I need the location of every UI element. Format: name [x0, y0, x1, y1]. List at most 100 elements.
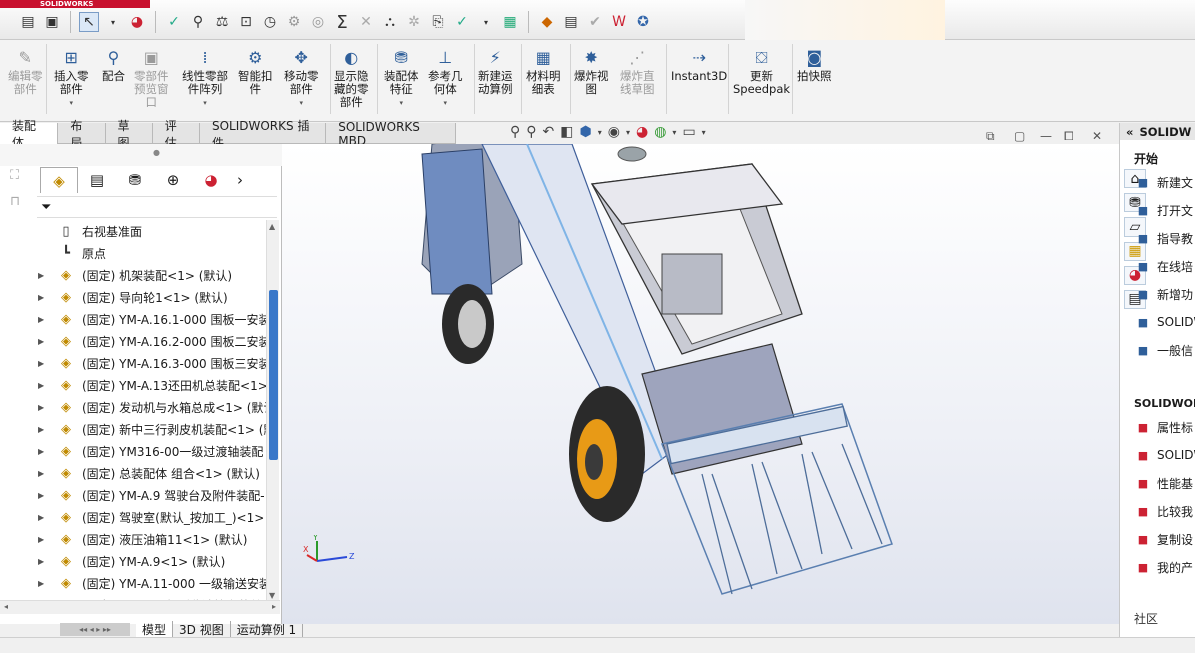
- render-icon[interactable]: ◆: [537, 12, 557, 32]
- task-pane-link[interactable]: ■ 指导教: [1134, 229, 1193, 247]
- ok-icon[interactable]: ✔: [585, 12, 605, 32]
- tree-item[interactable]: ▶ ◈ (固定) YM-A.16.3-000 围板三安装: [0, 352, 266, 374]
- scroll-right-icon[interactable]: ▸: [272, 602, 276, 611]
- chevron-down-icon[interactable]: ▾: [299, 97, 303, 110]
- task-pane-link[interactable]: ■ 新建文: [1134, 173, 1193, 191]
- tab-evaluate[interactable]: 评估: [153, 119, 200, 150]
- ribbon-button-new-motion-study[interactable]: ⚡ 新建运 动算例: [478, 46, 513, 96]
- ribbon-button-reference-geometry[interactable]: ⊥ 参考几 何体 ▾: [428, 46, 463, 110]
- task-pane-link[interactable]: ■ 我的产: [1134, 558, 1193, 576]
- tile-icon[interactable]: ▢: [1014, 129, 1025, 143]
- task-pane-link[interactable]: ■ SOLIDW: [1134, 446, 1195, 464]
- feature-manager-tab-icon[interactable]: ◈: [40, 167, 78, 193]
- select-arrow-icon[interactable]: ↖: [79, 12, 99, 32]
- tree-item[interactable]: ▶ ◈ (固定) YM-A.13还田机总装配<1>: [0, 374, 266, 396]
- ribbon-button-assembly-feature[interactable]: ⛃ 装配体 特征 ▾: [384, 46, 419, 110]
- splitter-handle[interactable]: ●: [153, 148, 160, 157]
- scroll-up-icon[interactable]: ▲: [269, 222, 275, 231]
- tree-item[interactable]: ┗ 原点: [0, 242, 266, 264]
- tree-item[interactable]: ▶ ◈ (固定) 导向轮1<1> (默认): [0, 286, 266, 308]
- tree-item[interactable]: ▶ ◈ (固定) YM316-00一级过渡轴装配: [0, 440, 266, 462]
- expand-arrow-icon[interactable]: ▶: [38, 469, 44, 478]
- scroll-down-icon[interactable]: ▼: [269, 591, 275, 600]
- tab-addins[interactable]: SOLIDWORKS 插件: [200, 119, 327, 150]
- ribbon-button-exploded-view[interactable]: ✸ 爆炸视图: [574, 46, 609, 96]
- word-icon[interactable]: W: [609, 12, 629, 32]
- tab-3d-view[interactable]: 3D 视图: [173, 621, 231, 637]
- previous-view-icon[interactable]: ↶: [543, 124, 555, 140]
- zoom-area-icon[interactable]: ⚲: [526, 124, 536, 140]
- ribbon-button-insert-component[interactable]: ⊞ 插入零 部件 ▾: [54, 46, 89, 110]
- expand-arrow-icon[interactable]: ▶: [38, 579, 44, 588]
- expand-arrow-icon[interactable]: ▶: [38, 513, 44, 522]
- task-pane-link[interactable]: ■ 打开文: [1134, 201, 1193, 219]
- scroll-left-icon[interactable]: ◂: [4, 602, 8, 611]
- expand-arrow-icon[interactable]: ▶: [38, 315, 44, 324]
- minimize-icon[interactable]: —: [1040, 129, 1052, 143]
- tree-item[interactable]: ▶ ◈ (固定) YM-A.9 驾驶台及附件装配-: [0, 484, 266, 506]
- interference-icon[interactable]: ✕: [356, 12, 376, 32]
- chevron-down-icon[interactable]: ▾: [672, 128, 676, 137]
- task-pane-link[interactable]: ■ 新增功: [1134, 285, 1193, 303]
- tree-item[interactable]: ▶ ◈ (固定) YM-A.11-000 一级输送安装: [0, 572, 266, 594]
- tree-item[interactable]: ▶ ◈ (固定) 总装配体 组合<1> (默认): [0, 462, 266, 484]
- tree-item[interactable]: ▶ ◈ (固定) YM-A.16.1-000 围板一安装: [0, 308, 266, 330]
- balance-icon[interactable]: ⚖: [212, 12, 232, 32]
- chevron-down-icon[interactable]: ▾: [443, 97, 447, 110]
- sheet-icon[interactable]: ▤: [561, 12, 581, 32]
- tree-horizontal-scrollbar[interactable]: ◂ ▸: [0, 600, 280, 614]
- ribbon-button-linear-pattern[interactable]: ⁞ 线性零部 件阵列 ▾: [182, 46, 228, 110]
- chevron-down-icon[interactable]: ▾: [203, 97, 207, 110]
- sketch-icon[interactable]: ⛶: [10, 168, 19, 183]
- sum-icon[interactable]: Σ: [332, 12, 352, 33]
- chevron-down-icon[interactable]: ▾: [103, 12, 123, 32]
- tree-vertical-scrollbar[interactable]: ▲ ▼: [266, 220, 279, 602]
- appearance-icon[interactable]: ◕: [127, 12, 147, 32]
- task-pane-link[interactable]: ■ SOLIDW: [1134, 313, 1195, 331]
- task-pane-link[interactable]: ■ 性能基: [1134, 474, 1193, 492]
- display-style-icon[interactable]: ◉: [608, 124, 620, 140]
- ribbon-button-preview-window[interactable]: ▣ 零部件 预览窗口: [134, 46, 169, 109]
- chevron-down-icon[interactable]: ▾: [399, 97, 403, 110]
- expand-arrow-icon[interactable]: ▶: [38, 491, 44, 500]
- task-pane-link[interactable]: ■ 复制设: [1134, 530, 1193, 548]
- tree-item[interactable]: ▶ ◈ (固定) 机架装配<1> (默认): [0, 264, 266, 286]
- collapse-icon[interactable]: «: [1126, 125, 1133, 139]
- tree-item[interactable]: ▶ ◈ (固定) 发动机与水箱总成<1> (默认: [0, 396, 266, 418]
- ribbon-button-move-component[interactable]: ✥ 移动零 部件 ▾: [284, 46, 319, 110]
- ribbon-button-smart-fastener[interactable]: ⚙ 智能扣件: [238, 46, 273, 96]
- options-icon[interactable]: ▣: [42, 12, 62, 32]
- expand-arrow-icon[interactable]: ▶: [38, 425, 44, 434]
- scene-icon[interactable]: ◍: [654, 124, 666, 140]
- section-icon[interactable]: ✲: [404, 12, 424, 32]
- tree-item[interactable]: ▯ 右视基准面: [0, 220, 266, 242]
- tab-model[interactable]: 模型: [136, 621, 174, 637]
- tab-mbd[interactable]: SOLIDWORKS MBD: [326, 120, 457, 148]
- chevron-down-icon[interactable]: ▾: [69, 97, 73, 110]
- ribbon-button-mate[interactable]: ⚲ 配合: [102, 46, 125, 83]
- ribbon-button-speedpak[interactable]: ⛋ 更新 Speedpak: [733, 46, 790, 96]
- ribbon-button-edit-component[interactable]: ✎ 编辑零 部件: [8, 46, 43, 96]
- close-icon[interactable]: ✕: [1092, 129, 1102, 143]
- configuration-manager-tab-icon[interactable]: ⛃: [116, 167, 154, 193]
- tree-item[interactable]: ▶ ◈ (固定) YM-A.9<1> (默认): [0, 550, 266, 572]
- graphics-viewport[interactable]: [282, 133, 1119, 624]
- task-pane-link[interactable]: ■ 属性标: [1134, 418, 1193, 436]
- chevron-down-icon[interactable]: ▾: [702, 128, 706, 137]
- tab-assembly[interactable]: 装配体: [0, 119, 59, 150]
- dimension-icon[interactable]: ⊡: [236, 12, 256, 32]
- tree-item[interactable]: ▶ ◈ (固定) 驾驶室(默认_按加工_)<1> (: [0, 506, 266, 528]
- reference-icon[interactable]: ⎘: [428, 12, 448, 32]
- expand-arrow-icon[interactable]: ▶: [38, 535, 44, 544]
- tree-item[interactable]: ▶ ◈ (固定) 液压油箱11<1> (默认): [0, 528, 266, 550]
- ribbon-button-explode-line-sketch[interactable]: ⋰ 爆炸直 线草图: [620, 46, 655, 96]
- tab-layout[interactable]: 布局: [58, 119, 106, 150]
- mass-icon[interactable]: ⛬: [380, 12, 400, 32]
- restore-icon[interactable]: ⧉: [986, 129, 995, 144]
- property-manager-tab-icon[interactable]: ▤: [78, 167, 116, 193]
- check-icon[interactable]: ✓: [452, 12, 472, 32]
- chevron-down-icon[interactable]: ▾: [598, 128, 602, 137]
- expand-arrow-icon[interactable]: ▶: [38, 293, 44, 302]
- hide-icon[interactable]: ◎: [308, 12, 328, 32]
- new-icon[interactable]: ▤: [18, 12, 38, 32]
